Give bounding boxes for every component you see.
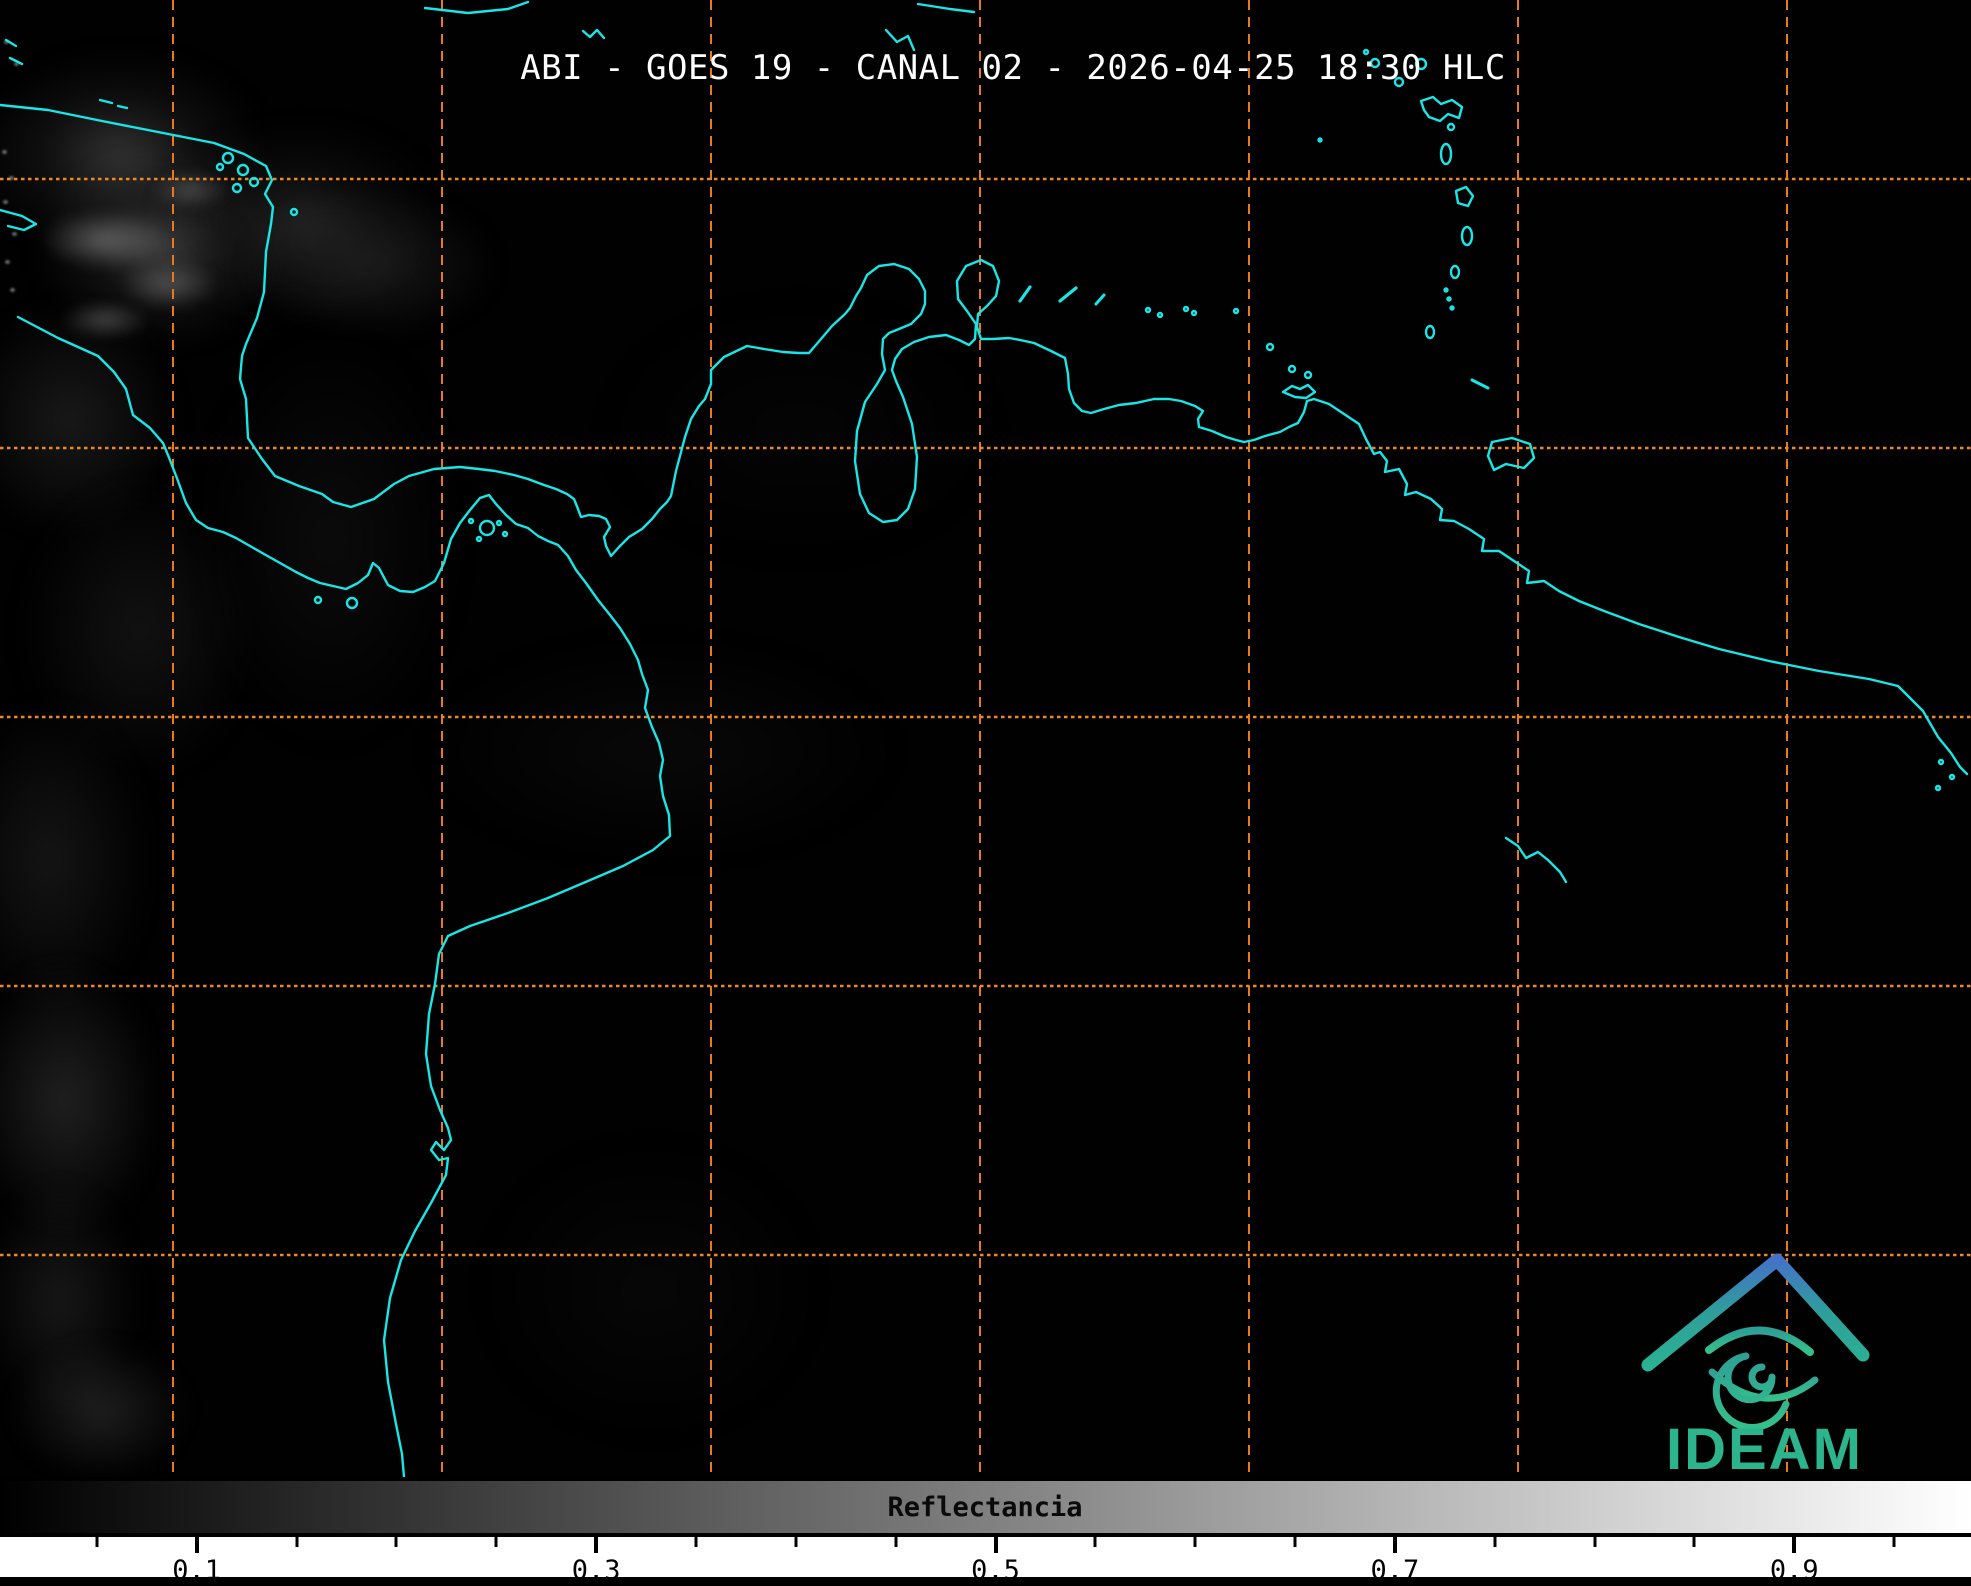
colorbar-tick	[195, 1537, 199, 1553]
miskito-cay	[250, 178, 258, 186]
tobago-island	[1472, 380, 1488, 388]
islet	[1289, 366, 1295, 372]
image-title: ABI - GOES 19 - CANAL 02 - 2026-04-25 18…	[520, 48, 1506, 88]
colorbar-tick	[1194, 1537, 1197, 1547]
colorbar-tick	[295, 1537, 298, 1547]
islet	[291, 209, 297, 215]
colorbar-tick	[1493, 1537, 1496, 1547]
islet	[1305, 372, 1311, 378]
grenadines-islet	[1445, 289, 1448, 292]
antilles-island	[1448, 124, 1454, 130]
islet	[1936, 786, 1940, 790]
colorbar-tick	[794, 1537, 797, 1547]
colorbar-tick-label: 0.7	[1371, 1555, 1420, 1586]
st-vincent-island	[1451, 266, 1459, 278]
islet	[1146, 308, 1150, 312]
islet	[1267, 344, 1273, 350]
islet	[1184, 307, 1188, 311]
islet	[1319, 139, 1322, 142]
colorbar-tick-label: 0.3	[572, 1555, 621, 1586]
satellite-image-page: { "title": "ABI - GOES 19 - CANAL 02 - 2…	[0, 0, 1971, 1577]
islet	[1950, 775, 1954, 779]
pearl-island	[477, 537, 481, 541]
colorbar-tick-label: 0.1	[172, 1555, 221, 1586]
grenada-island	[1426, 326, 1434, 338]
colorbar-tick	[694, 1537, 697, 1547]
satellite-map: ABI - GOES 19 - CANAL 02 - 2026-04-25 18…	[0, 0, 1971, 1477]
coiba-island	[347, 598, 357, 608]
colorbar-tick	[1792, 1537, 1796, 1553]
bonaire-island	[1096, 295, 1104, 304]
colorbar-tick	[1593, 1537, 1596, 1547]
top-coast-fragment	[425, 2, 528, 13]
colorbar-tick	[1693, 1537, 1696, 1547]
pearl-island	[497, 521, 501, 525]
miskito-cay	[223, 153, 233, 163]
grenadines-islet	[1451, 307, 1454, 310]
colorbar-tick	[495, 1537, 498, 1547]
islet	[1158, 313, 1162, 317]
islet	[1192, 311, 1196, 315]
colorbar-tick	[894, 1537, 897, 1547]
pearl-island	[469, 519, 473, 523]
pearl-island	[503, 532, 507, 536]
miskito-cay	[238, 165, 248, 175]
pearl-island	[480, 521, 494, 535]
lake-nicaragua-outline	[0, 210, 36, 230]
pacific-coastline	[18, 317, 670, 1477]
islet	[1939, 760, 1943, 764]
top-coast-fragment	[918, 4, 974, 12]
colorbar-label: Reflectancia	[887, 1492, 1082, 1523]
islet	[1234, 309, 1238, 313]
aruba-island	[1020, 287, 1030, 301]
grenadines-islet	[1448, 298, 1451, 301]
reflectance-colorbar: Reflectancia 0.10.30.50.70.9	[0, 1477, 1971, 1577]
colorbar-tick	[594, 1537, 598, 1553]
colorbar-tick	[1393, 1537, 1397, 1553]
guyana-coast-fragment	[1506, 838, 1566, 882]
ideam-logo-text: IDEAM	[1666, 1416, 1863, 1477]
colorbar-tick	[1893, 1537, 1896, 1547]
top-coast-fragment	[583, 30, 604, 38]
colorbar-tick-label: 0.9	[1770, 1555, 1819, 1586]
miskito-cay	[217, 164, 223, 170]
colorbar-tick-label: 0.5	[971, 1555, 1020, 1586]
top-left-islets	[6, 40, 22, 64]
dominica-island	[1441, 144, 1451, 164]
st-lucia-island	[1462, 227, 1472, 245]
colorbar-tick	[994, 1537, 998, 1553]
ideam-logo: IDEAM	[1630, 1238, 1971, 1477]
colorbar-tick	[95, 1537, 98, 1547]
islet	[315, 597, 321, 603]
trinidad-island	[1488, 438, 1534, 470]
miskito-cay	[233, 184, 241, 192]
margarita-island	[1283, 385, 1315, 398]
colorbar-tick	[1094, 1537, 1097, 1547]
corn-islands	[100, 100, 127, 108]
colorbar-tick	[395, 1537, 398, 1547]
caribbean-coastline	[0, 105, 1967, 774]
martinique-island	[1456, 187, 1473, 206]
colorbar-tick	[1294, 1537, 1297, 1547]
guadeloupe-island	[1421, 97, 1462, 121]
top-coast-fragment	[886, 30, 914, 50]
curacao-island	[1060, 288, 1076, 301]
